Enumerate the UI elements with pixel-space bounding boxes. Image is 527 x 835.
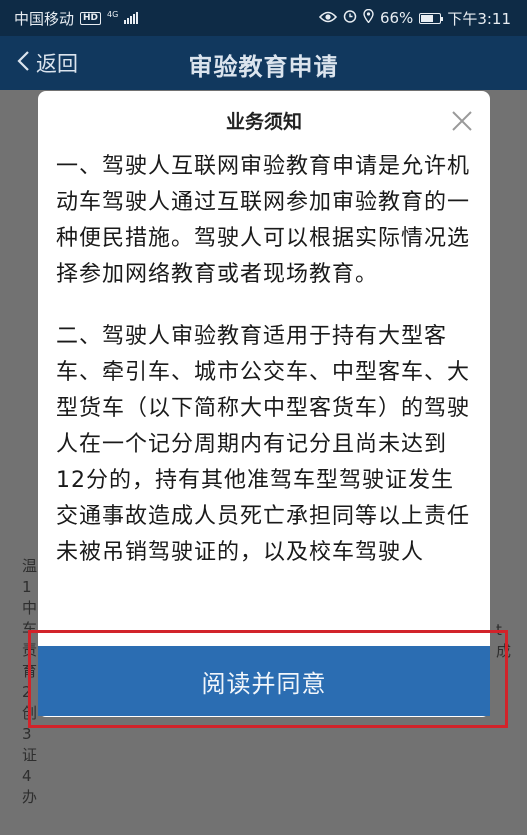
status-bar: 中国移动 HD 4G 66% 下午3:11 xyxy=(0,0,527,36)
alarm-icon xyxy=(343,9,357,27)
page-title: 审验教育申请 xyxy=(188,53,339,81)
signal-icon xyxy=(124,12,139,24)
battery-icon xyxy=(419,12,444,24)
notice-paragraph-1: 一、驾驶人互联网审验教育申请是允许机动车驾驶人通过互联网参加审验教育的一种便民措… xyxy=(56,154,471,287)
read-and-agree-button[interactable]: 阅读并同意 xyxy=(38,646,490,716)
notice-dialog: 业务须知 一、驾驶人互联网审验教育申请是允许机动车驾驶人通过互联网参加审验教育的… xyxy=(38,91,490,717)
close-icon[interactable] xyxy=(450,109,474,133)
carrier-label: 中国移动 xyxy=(14,9,75,28)
background-text-right: t 成 xyxy=(496,621,512,660)
dialog-body: 一、驾驶人互联网审验教育申请是允许机动车驾驶人通过互联网参加审验教育的一种便民措… xyxy=(56,149,476,645)
clock-time: 下午3:11 xyxy=(447,9,511,28)
notice-paragraph-2: 二、驾驶人审验教育适用于持有大型客车、牵引车、城市公交车、中型客车、大型货车（以… xyxy=(56,324,471,565)
battery-percent: 66% xyxy=(379,9,414,27)
eye-icon xyxy=(318,9,338,27)
nav-bar: 返回 审验教育申请 xyxy=(0,36,527,90)
status-left: 中国移动 HD 4G xyxy=(14,8,139,29)
status-right: 66% 下午3:11 xyxy=(318,8,511,29)
hd-badge: HD xyxy=(80,11,102,25)
dialog-title: 业务须知 xyxy=(225,111,302,133)
battery-fill xyxy=(421,14,434,22)
network-type: 4G xyxy=(107,10,119,19)
location-icon xyxy=(363,8,374,27)
